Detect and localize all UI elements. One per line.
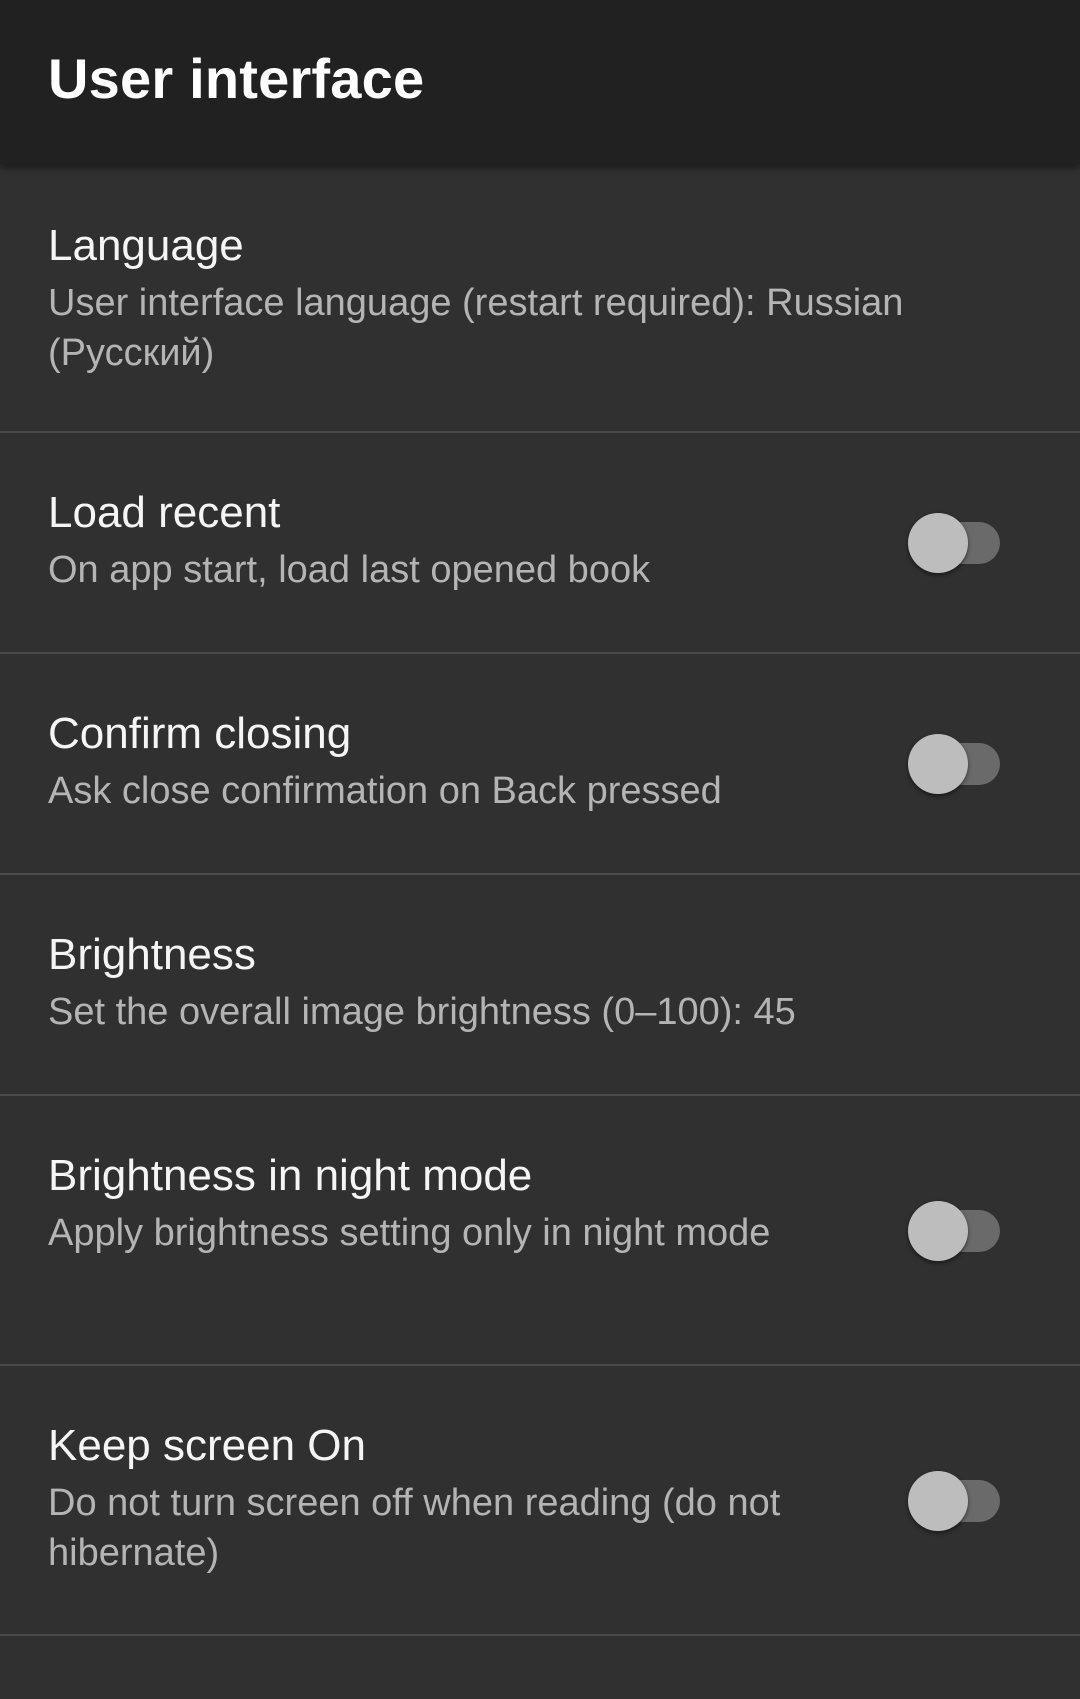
pref-language[interactable]: Language User interface language (restar… xyxy=(0,164,1080,433)
pref-confirm-closing[interactable]: Confirm closing Ask close confirmation o… xyxy=(0,654,1080,875)
pref-load-recent-summary: On app start, load last opened book xyxy=(48,549,651,591)
switch-thumb xyxy=(908,1471,968,1531)
pref-language-summary: User interface language (restart require… xyxy=(48,282,904,374)
pref-confirm-closing-title: Confirm closing xyxy=(48,709,352,758)
keep-screen-on-switch[interactable] xyxy=(908,1471,1000,1531)
toolbar: User interface xyxy=(0,0,1080,164)
pref-brightness-summary: Set the overall image brightness (0–100)… xyxy=(48,991,796,1033)
load-recent-switch[interactable] xyxy=(908,513,1000,573)
app-screen: User interface Language User interface l… xyxy=(0,0,1080,1699)
pref-keep-screen-on-title: Keep screen On xyxy=(48,1421,366,1470)
pref-language-title: Language xyxy=(48,221,244,270)
switch-thumb xyxy=(908,734,968,794)
pref-load-recent-title: Load recent xyxy=(48,488,281,537)
pref-brightness-night-mode-summary: Apply brightness setting only in night m… xyxy=(48,1212,771,1254)
pref-brightness-title: Brightness xyxy=(48,930,256,979)
pref-brightness-night-mode-text: Brightness in night mode Apply brightnes… xyxy=(48,1146,808,1258)
pref-brightness-night-mode-title: Brightness in night mode xyxy=(48,1151,533,1200)
page-title: User interface xyxy=(48,46,425,110)
pref-brightness-text: Brightness Set the overall image brightn… xyxy=(48,925,1032,1037)
pref-keep-screen-on-summary: Do not turn screen off when reading (do … xyxy=(48,1482,781,1574)
pref-keep-screen-on-text: Keep screen On Do not turn screen off wh… xyxy=(48,1416,808,1578)
pref-confirm-closing-summary: Ask close confirmation on Back pressed xyxy=(48,770,722,812)
preference-list: Language User interface language (restar… xyxy=(0,164,1080,1636)
pref-brightness-night-mode[interactable]: Brightness in night mode Apply brightnes… xyxy=(0,1096,1080,1366)
switch-thumb xyxy=(908,1201,968,1261)
brightness-night-mode-switch[interactable] xyxy=(908,1201,1000,1261)
pref-language-text: Language User interface language (restar… xyxy=(48,216,1032,378)
pref-load-recent[interactable]: Load recent On app start, load last open… xyxy=(0,433,1080,654)
pref-keep-screen-on[interactable]: Keep screen On Do not turn screen off wh… xyxy=(0,1366,1080,1636)
switch-thumb xyxy=(908,513,968,573)
pref-brightness[interactable]: Brightness Set the overall image brightn… xyxy=(0,875,1080,1096)
pref-load-recent-text: Load recent On app start, load last open… xyxy=(48,483,808,595)
pref-confirm-closing-text: Confirm closing Ask close confirmation o… xyxy=(48,704,808,816)
confirm-closing-switch[interactable] xyxy=(908,734,1000,794)
